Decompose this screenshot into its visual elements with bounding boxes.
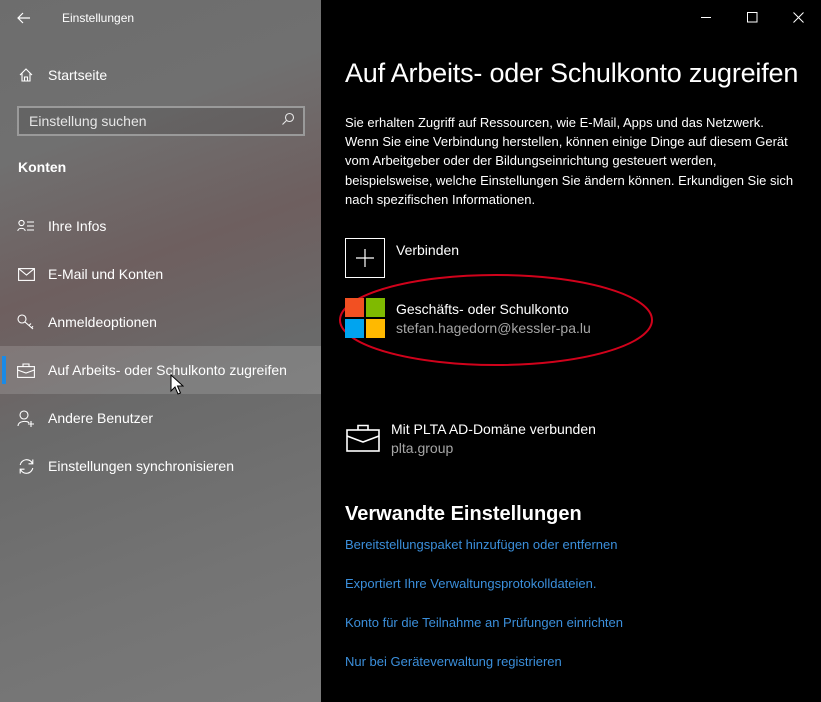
sidebar-item-arbeits-schulkonto[interactable]: Auf Arbeits- oder Schulkonto zugreifen [0,346,321,394]
sidebar-item-label: Ihre Infos [48,218,107,234]
user-info-icon [17,217,35,235]
title-bar: Einstellungen [0,0,321,36]
search-input[interactable] [29,113,269,129]
section-heading: Konten [18,159,67,175]
window-controls [683,0,821,34]
domain-sub: plta.group [391,440,454,456]
connect-button[interactable]: Verbinden [345,238,459,278]
sidebar-item-label: Anmeldeoptionen [48,314,157,330]
search-box[interactable] [17,106,305,136]
search-icon[interactable] [281,112,295,131]
sidebar-item-synchronisieren[interactable]: Einstellungen synchronisieren [0,442,321,490]
link-exam-account[interactable]: Konto für die Teilnahme an Prüfungen ein… [345,615,623,630]
add-user-icon [17,409,35,427]
sidebar-item-home[interactable]: Startseite [0,58,321,92]
mail-icon [17,265,35,283]
link-device-management-only[interactable]: Nur bei Geräteverwaltung registrieren [345,654,562,669]
page-description: Sie erhalten Zugriff auf Ressourcen, wie… [345,115,794,207]
sidebar-item-email[interactable]: E-Mail und Konten [0,250,321,298]
key-icon [17,313,35,331]
work-school-account-item[interactable]: Geschäfts- oder Schulkonto stefan.hagedo… [339,274,653,366]
back-arrow-icon [17,12,30,24]
domain-item[interactable]: Mit PLTA AD-Domäne verbunden plta.group [345,420,596,456]
briefcase-icon [17,361,35,379]
account-text: Geschäfts- oder Schulkonto stefan.hagedo… [396,301,591,336]
home-icon [17,66,35,84]
sidebar-item-label: E-Mail und Konten [48,266,164,282]
maximize-button[interactable] [729,0,775,34]
domain-text: Mit PLTA AD-Domäne verbunden plta.group [391,421,596,456]
briefcase-icon [345,420,381,456]
sidebar-item-andere-benutzer[interactable]: Andere Benutzer [0,394,321,442]
sidebar-item-ihre-infos[interactable]: Ihre Infos [0,202,321,250]
close-icon [792,11,804,23]
plus-icon [345,238,385,278]
sync-icon [17,457,35,475]
app-title: Einstellungen [62,11,135,25]
mouse-cursor-icon [170,374,184,395]
sidebar-item-label: Startseite [48,67,108,83]
account-email: stefan.hagedorn@kessler-pa.lu [396,320,591,336]
maximize-icon [746,11,757,22]
minimize-button[interactable] [683,0,729,34]
minimize-icon [700,16,711,18]
sidebar-item-label: Auf Arbeits- oder Schulkonto zugreifen [48,362,287,378]
close-button[interactable] [775,0,821,34]
main-content: Auf Arbeits- oder Schulkonto zugreifen S… [321,0,821,702]
sidebar-nav: Ihre Infos E-Mail und Konten Anmeldeopti… [0,202,321,490]
account-name: Geschäfts- oder Schulkonto [396,301,569,317]
link-export-logs[interactable]: Exportiert Ihre Verwaltungsprotokolldate… [345,576,596,591]
connect-label: Verbinden [396,242,460,258]
domain-name: Mit PLTA AD-Domäne verbunden [391,421,596,437]
sidebar-item-label: Andere Benutzer [48,410,154,426]
microsoft-logo-icon [345,298,385,338]
sidebar-item-anmeldeoptionen[interactable]: Anmeldeoptionen [0,298,321,346]
link-provisioning-package[interactable]: Bereitstellungspaket hinzufügen oder ent… [345,537,617,552]
sidebar: Einstellungen Startseite Konten Ihre Inf… [0,0,321,702]
related-settings-heading: Verwandte Einstellungen [345,503,582,525]
back-button[interactable] [8,4,40,32]
page-title: Auf Arbeits- oder Schulkonto zugreifen [345,58,799,88]
sidebar-item-label: Einstellungen synchronisieren [48,458,234,474]
